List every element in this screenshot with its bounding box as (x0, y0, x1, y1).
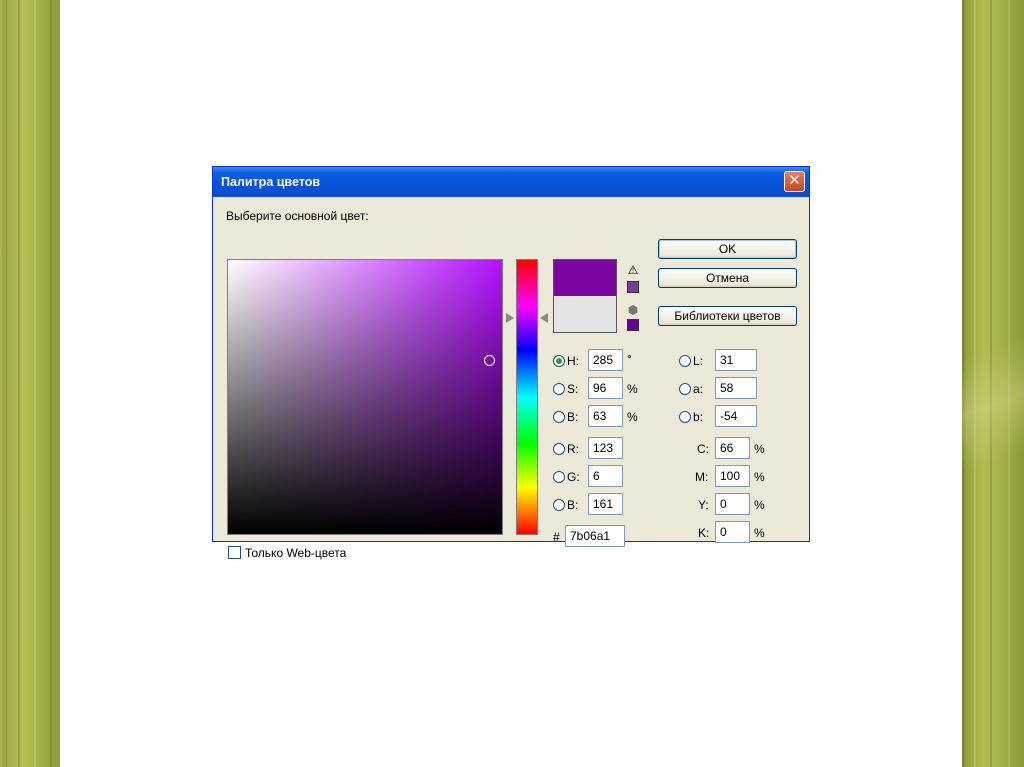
radio-s[interactable] (553, 383, 565, 395)
new-color-swatch (553, 259, 617, 296)
hex-field[interactable]: 7b06a1 (565, 525, 625, 547)
web-only-label[interactable]: Только Web-цвета (245, 546, 346, 560)
color-libraries-button[interactable]: Библиотеки цветов (658, 306, 797, 326)
hue-slider[interactable] (516, 259, 538, 535)
l-field[interactable]: 31 (715, 349, 757, 371)
ok-button[interactable]: OK (658, 239, 797, 259)
hex-label: # (553, 530, 560, 544)
g-label: G: (567, 470, 580, 484)
slide-left-decoration (0, 0, 60, 767)
dialog-titlebar[interactable]: Палитра цветов ✕ (213, 167, 809, 197)
g-field[interactable]: 6 (588, 465, 623, 487)
current-color-swatch[interactable] (553, 296, 617, 333)
dialog-title: Палитра цветов (221, 175, 321, 189)
hue-slider-left-handle[interactable] (506, 313, 514, 323)
k-unit: % (754, 526, 765, 540)
web-safe-cube-icon[interactable]: ⬢ (626, 303, 640, 317)
k-field[interactable]: 0 (715, 521, 750, 543)
radio-r[interactable] (553, 443, 565, 455)
b-brightness-field[interactable]: 63 (588, 405, 623, 427)
a-label: a: (693, 382, 704, 396)
web-safe-swatch[interactable] (627, 319, 639, 331)
b-blue-label: B: (567, 498, 579, 512)
cancel-button[interactable]: Отмена (658, 268, 797, 288)
s-unit: % (627, 382, 638, 396)
color-field[interactable] (227, 259, 503, 535)
dialog-body: Выберите основной цвет: ⚠ ⬢ OK Отмена Би… (213, 197, 809, 560)
h-label: H: (567, 354, 579, 368)
s-label: S: (567, 382, 579, 396)
radio-a[interactable] (679, 383, 691, 395)
web-only-checkbox[interactable] (228, 546, 241, 559)
y-unit: % (754, 498, 765, 512)
color-picker-dialog: Палитра цветов ✕ Выберите основной цвет:… (212, 166, 810, 560)
gamut-swatch[interactable] (627, 281, 639, 293)
c-unit: % (754, 442, 765, 456)
radio-b-brightness[interactable] (553, 411, 565, 423)
b-blue-field[interactable]: 161 (588, 493, 623, 515)
m-field[interactable]: 100 (715, 465, 750, 487)
c-label: C: (697, 442, 709, 456)
h-field[interactable]: 285 (588, 349, 623, 371)
gamut-warning-icon[interactable]: ⚠ (626, 263, 640, 277)
color-field-marker[interactable] (484, 355, 495, 366)
s-field[interactable]: 96 (588, 377, 623, 399)
prompt-label: Выберите основной цвет: (226, 209, 369, 223)
b-brightness-unit: % (627, 410, 638, 424)
y-field[interactable]: 0 (715, 493, 750, 515)
radio-h[interactable] (553, 355, 565, 367)
lab-b-label: b: (693, 410, 704, 424)
lab-b-field[interactable]: -54 (715, 405, 757, 427)
radio-b-blue[interactable] (553, 499, 565, 511)
b-brightness-label: B: (567, 410, 579, 424)
k-label: K: (698, 526, 710, 540)
radio-l[interactable] (679, 355, 691, 367)
slide-right-decoration (962, 0, 1024, 767)
r-label: R: (567, 442, 579, 456)
c-field[interactable]: 66 (715, 437, 750, 459)
l-label: L: (693, 354, 704, 368)
m-unit: % (754, 470, 765, 484)
y-label: Y: (698, 498, 709, 512)
close-button[interactable]: ✕ (784, 171, 805, 192)
hue-slider-right-handle[interactable] (540, 313, 548, 323)
radio-g[interactable] (553, 471, 565, 483)
close-icon: ✕ (788, 172, 801, 189)
r-field[interactable]: 123 (588, 437, 623, 459)
m-label: M: (695, 470, 709, 484)
a-field[interactable]: 58 (715, 377, 757, 399)
radio-lab-b[interactable] (679, 411, 691, 423)
h-unit: ° (627, 352, 632, 366)
